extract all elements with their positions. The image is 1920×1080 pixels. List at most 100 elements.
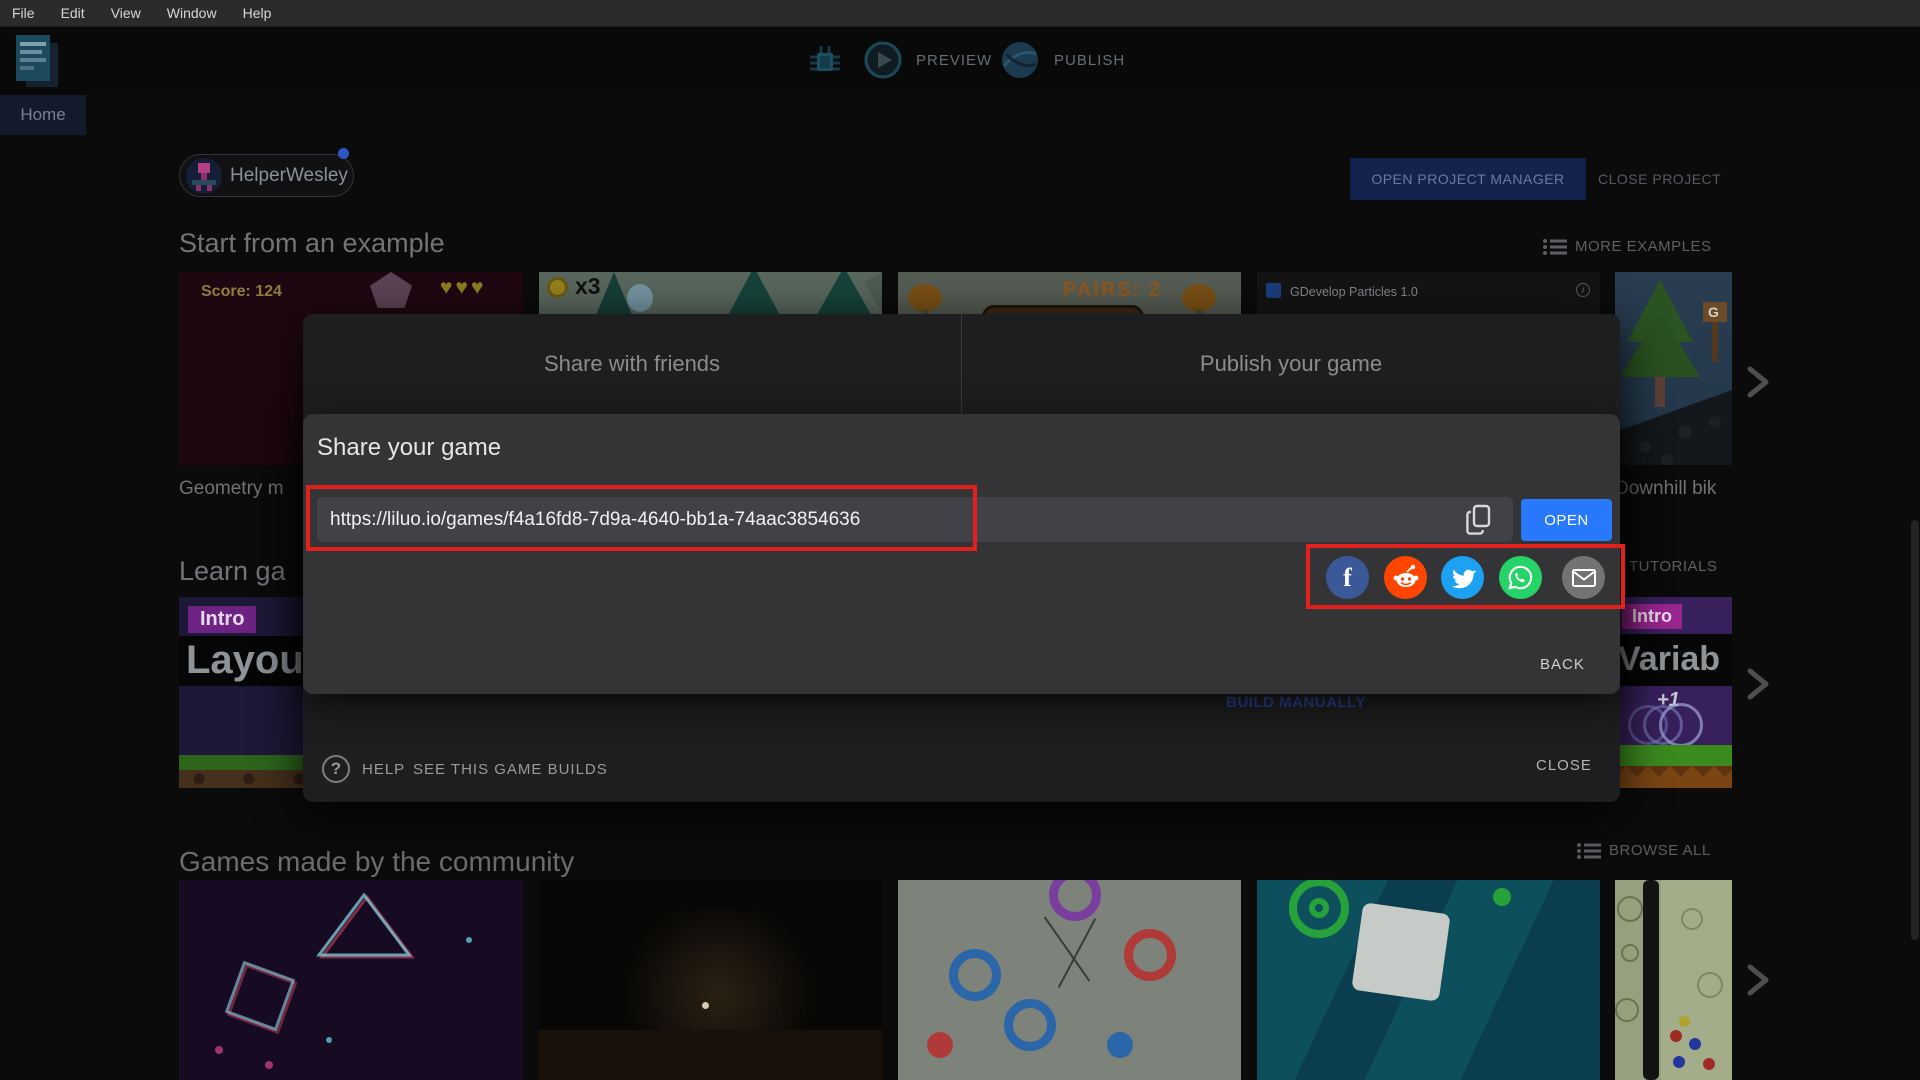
purple-ring: [1049, 880, 1101, 921]
example-caption-geometry: Geometry m: [179, 478, 284, 499]
debug-icon[interactable]: [810, 45, 840, 79]
menu-edit[interactable]: Edit: [61, 5, 85, 21]
publish-label: PUBLISH: [1054, 51, 1126, 69]
tutorials-label: TUTORIALS: [1629, 558, 1718, 575]
downhill-graphic: [1615, 280, 1732, 465]
help-button[interactable]: HELP: [362, 761, 405, 778]
sign-letter: G: [1708, 304, 1719, 320]
community-thumb-3[interactable]: [898, 880, 1241, 1080]
intro-badge: Intro: [1622, 604, 1682, 629]
tutorial-title: Variab: [1618, 640, 1721, 678]
menu-help[interactable]: Help: [243, 5, 272, 21]
green-inner-ring: [1309, 898, 1329, 918]
ghost-character: [1659, 703, 1703, 747]
red-ring: [1124, 929, 1176, 981]
annotation-box-social: [1306, 544, 1625, 609]
community-thumb-2[interactable]: [539, 880, 882, 1080]
divider-band: [1643, 880, 1659, 1080]
list-icon: [1577, 842, 1601, 859]
coin-icon: [547, 277, 568, 298]
dialog-title: Share your game: [317, 434, 502, 461]
annotation-box-url: [306, 485, 977, 551]
see-game-builds-button[interactable]: SEE THIS GAME BUILDS: [413, 761, 608, 778]
fish-creature: [908, 284, 942, 312]
spikes-strip: [1615, 766, 1732, 788]
needle: [1057, 918, 1097, 988]
profile-chip[interactable]: HelperWesley: [179, 154, 354, 197]
menu-file[interactable]: File: [12, 5, 35, 21]
community-thumb-4[interactable]: [1257, 880, 1600, 1080]
pairs-title: PAIRS: 2: [1063, 279, 1162, 301]
white-square: [1351, 902, 1451, 1002]
back-button[interactable]: BACK: [1540, 656, 1585, 673]
community-next-chevron-icon[interactable]: [1746, 964, 1770, 996]
community-section-title: Games made by the community: [179, 846, 575, 877]
bubble: [1617, 896, 1643, 922]
tutorial-title: Layout: [186, 638, 318, 682]
molecule-dot: [1703, 1058, 1715, 1070]
molecule-dot: [1689, 1038, 1701, 1050]
open-project-manager-button[interactable]: OPEN PROJECT MANAGER: [1350, 158, 1586, 200]
learn-next-chevron-icon[interactable]: [1746, 668, 1770, 700]
globe-icon: [1002, 42, 1038, 78]
pentagon-shape: [370, 272, 412, 308]
menu-bar: File Edit View Window Help: [0, 0, 1920, 27]
fish-creature: [1182, 284, 1216, 312]
scrollbar-thumb[interactable]: [1911, 520, 1919, 940]
example-thumb-downhill[interactable]: G: [1615, 272, 1732, 465]
publish-button[interactable]: PUBLISH: [1000, 40, 1125, 80]
close-dialog-button[interactable]: CLOSE: [1536, 757, 1592, 774]
list-icon: [1543, 238, 1567, 255]
tab-home[interactable]: Home: [0, 95, 86, 135]
preview-button[interactable]: PREVIEW: [864, 41, 992, 79]
info-icon[interactable]: i: [1576, 283, 1590, 297]
project-manager-icon[interactable]: [16, 35, 60, 87]
particles-title: GDevelop Particles 1.0: [1290, 285, 1418, 299]
open-url-button[interactable]: OPEN: [1521, 499, 1612, 541]
examples-next-chevron-icon[interactable]: [1746, 366, 1770, 398]
examples-section-title: Start from an example: [179, 228, 445, 258]
blue-ring: [1004, 999, 1056, 1051]
bubble: [1681, 908, 1703, 930]
bubble: [1621, 944, 1639, 962]
molecule-dot: [1670, 1030, 1682, 1042]
neon-shapes-graphic: [215, 892, 472, 1069]
help-icon[interactable]: ?: [322, 755, 350, 783]
hearts: ♥♥♥: [440, 276, 487, 299]
red-dot: [927, 1032, 953, 1058]
tab-share-label: Share with friends: [543, 351, 721, 376]
preview-label: PREVIEW: [916, 51, 993, 69]
notification-dot: [338, 148, 349, 159]
menu-view[interactable]: View: [111, 5, 141, 21]
community-thumb-5[interactable]: [1615, 880, 1732, 1080]
toolbar: PREVIEW PUBLISH: [0, 27, 1920, 95]
molecule-dot: [1679, 1016, 1690, 1027]
molecule-dot: [1673, 1056, 1685, 1068]
ground: [539, 1030, 882, 1080]
more-examples-button[interactable]: MORE EXAMPLES: [1543, 238, 1712, 255]
copy-icon[interactable]: [1465, 504, 1493, 536]
community-thumb-1[interactable]: [179, 880, 523, 1080]
browse-all-label: BROWSE ALL: [1609, 842, 1711, 859]
tab-publish-label: Publish your game: [1199, 351, 1383, 376]
example-caption-downhill: Downhill bik: [1615, 478, 1717, 499]
avatar: [186, 158, 222, 194]
menu-window[interactable]: Window: [167, 5, 217, 21]
score-text: Score: 124: [201, 283, 282, 300]
app-window: File Edit View Window Help PREVIEW PUBLI…: [0, 0, 1920, 1080]
close-project-button[interactable]: CLOSE PROJECT: [1598, 158, 1721, 200]
tab-publish-your-game[interactable]: Publish your game: [962, 314, 1620, 414]
bubble: [1615, 998, 1639, 1022]
tab-share-with-friends[interactable]: Share with friends: [303, 314, 961, 414]
gdevelop-logo-icon: [1266, 283, 1281, 298]
browse-all-button[interactable]: BROWSE ALL: [1577, 842, 1711, 859]
build-manually-link[interactable]: BUILD MANUALLY: [1151, 694, 1441, 711]
tutorials-button[interactable]: TUTORIALS: [1629, 558, 1717, 575]
tutorial-thumb-variables[interactable]: Intro Variab +1: [1615, 597, 1732, 788]
green-dot: [1493, 888, 1511, 906]
coin-count: x3: [575, 273, 601, 299]
blue-ring: [949, 949, 1001, 1001]
bubble: [1697, 972, 1723, 998]
balloon-shape: [627, 284, 653, 312]
player-dot: [702, 1002, 709, 1009]
